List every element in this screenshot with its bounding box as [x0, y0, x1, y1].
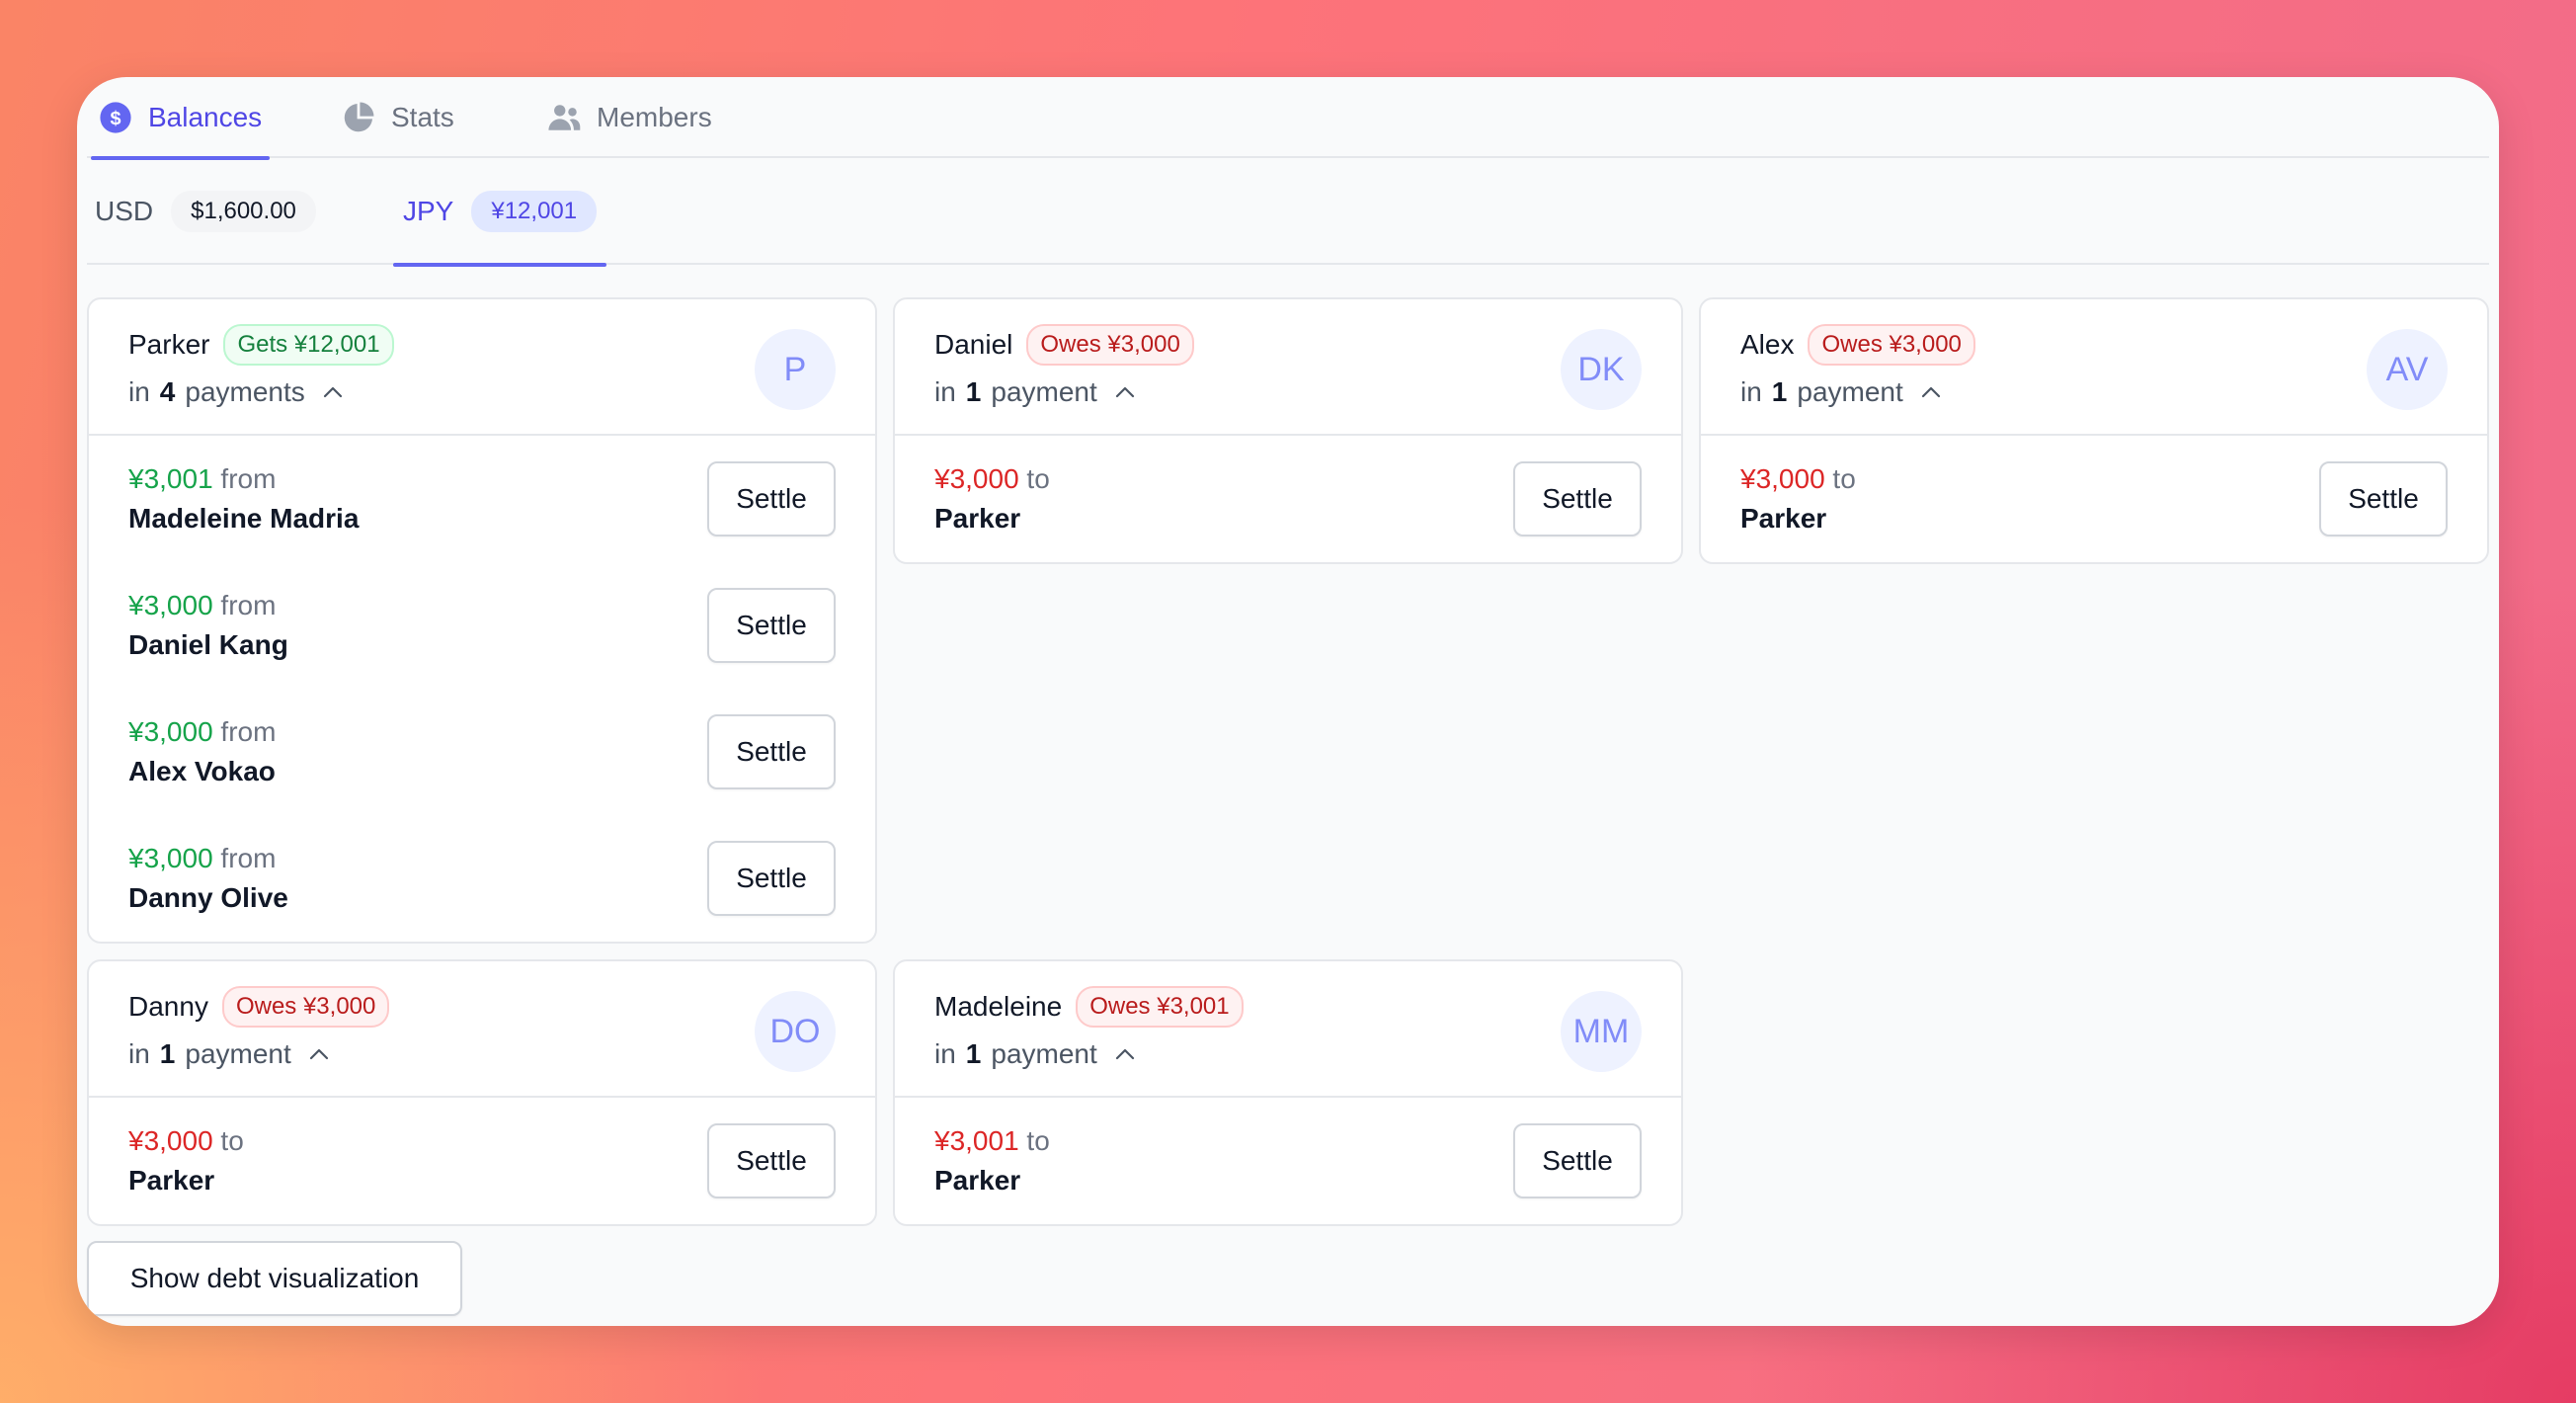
payment-count: in 4 payments	[128, 372, 836, 412]
status-badge: Gets ¥12,001	[223, 324, 394, 366]
app-window: $ Balances Stats Members USD $1,600.00 J…	[77, 77, 2499, 1326]
settle-button[interactable]: Settle	[707, 841, 836, 916]
avatar: AV	[2367, 329, 2448, 410]
payment-person: Parker	[1740, 503, 1827, 534]
payment-person: Parker	[934, 503, 1021, 534]
payment-count: in 1 payment	[128, 1034, 836, 1074]
payment-person: Madeleine Madria	[128, 503, 360, 534]
status-badge: Owes ¥3,000	[1026, 324, 1194, 366]
status-badge: Owes ¥3,000	[221, 986, 390, 1028]
payment-direction: to	[1026, 1125, 1050, 1156]
settle-button[interactable]: Settle	[1513, 1123, 1642, 1198]
tab-members[interactable]: Members	[547, 77, 712, 158]
payment-direction: from	[220, 843, 277, 873]
member-name: Parker	[128, 329, 210, 360]
card-header[interactable]: Alex Owes ¥3,000 in 1 payment AV	[1701, 299, 2487, 436]
chevron-up-icon[interactable]	[1113, 380, 1137, 404]
currency-tab-jpy[interactable]: JPY ¥12,001	[393, 158, 607, 267]
chevron-up-icon[interactable]	[307, 1042, 331, 1066]
chevron-up-icon[interactable]	[1113, 1042, 1137, 1066]
list-item: ¥3,000 from Danny Olive Settle	[89, 815, 875, 942]
payment-count: in 1 payment	[1740, 372, 2448, 412]
payment-direction: from	[220, 716, 277, 747]
chevron-up-icon[interactable]	[321, 380, 345, 404]
member-name: Danny	[128, 991, 208, 1022]
payment-amount: ¥3,001	[934, 1125, 1019, 1156]
payment-direction: from	[220, 590, 277, 620]
payment-amount: ¥3,001	[128, 463, 213, 494]
settle-button[interactable]: Settle	[1513, 461, 1642, 536]
status-badge: Owes ¥3,000	[1808, 324, 1975, 366]
list-item: ¥3,001 from Madeleine Madria Settle	[89, 436, 875, 562]
payment-person: Alex Vokao	[128, 756, 276, 786]
tab-members-label: Members	[597, 102, 712, 132]
tab-stats[interactable]: Stats	[342, 77, 454, 158]
list-item: ¥3,000 from Daniel Kang Settle	[89, 562, 875, 689]
settle-button[interactable]: Settle	[2319, 461, 2448, 536]
status-badge: Owes ¥3,001	[1076, 986, 1244, 1028]
member-name: Alex	[1740, 329, 1795, 360]
payment-amount: ¥3,000	[128, 590, 213, 620]
balance-card-madeleine: Madeleine Owes ¥3,001 in 1 payment MM ¥3…	[893, 959, 1683, 1226]
balance-card-parker: Parker Gets ¥12,001 in 4 payments P ¥3,0…	[87, 297, 877, 944]
currency-code: USD	[95, 196, 154, 226]
chevron-up-icon[interactable]	[1919, 380, 1943, 404]
payment-person: Parker	[934, 1165, 1021, 1196]
card-header[interactable]: Parker Gets ¥12,001 in 4 payments P	[89, 299, 875, 436]
currency-tabs: USD $1,600.00 JPY ¥12,001	[87, 158, 2489, 267]
users-icon	[548, 105, 581, 130]
payment-person: Parker	[128, 1165, 215, 1196]
card-header[interactable]: Madeleine Owes ¥3,001 in 1 payment MM	[895, 961, 1681, 1098]
card-header[interactable]: Daniel Owes ¥3,000 in 1 payment DK	[895, 299, 1681, 436]
balance-card-alex: Alex Owes ¥3,000 in 1 payment AV ¥3,000 …	[1699, 297, 2489, 564]
currency-tab-usd[interactable]: USD $1,600.00	[87, 158, 324, 265]
avatar: P	[755, 329, 836, 410]
payment-count: in 1 payment	[934, 1034, 1642, 1074]
settle-button[interactable]: Settle	[707, 714, 836, 789]
avatar: DK	[1561, 329, 1642, 410]
payment-person: Daniel Kang	[128, 629, 288, 660]
tab-balances-label: Balances	[148, 102, 263, 132]
balance-card-danny: Danny Owes ¥3,000 in 1 payment DO ¥3,000…	[87, 959, 877, 1226]
payment-direction: to	[1026, 463, 1050, 494]
balance-card-daniel: Daniel Owes ¥3,000 in 1 payment DK ¥3,00…	[893, 297, 1683, 564]
settle-button[interactable]: Settle	[707, 461, 836, 536]
payment-direction: from	[220, 463, 277, 494]
avatar: MM	[1561, 991, 1642, 1072]
member-name: Madeleine	[934, 991, 1063, 1022]
settle-button[interactable]: Settle	[707, 588, 836, 663]
avatar: DO	[755, 991, 836, 1072]
tab-stats-label: Stats	[391, 102, 454, 132]
list-item: ¥3,000 to Parker Settle	[89, 1098, 875, 1224]
list-item: ¥3,000 to Parker Settle	[1701, 436, 2487, 562]
pie-chart-icon	[344, 102, 374, 132]
payment-direction: to	[1832, 463, 1856, 494]
show-debt-visualization-button[interactable]: Show debt visualization	[87, 1241, 462, 1316]
list-item: ¥3,000 from Alex Vokao Settle	[89, 689, 875, 815]
payment-person: Danny Olive	[128, 882, 288, 913]
payment-amount: ¥3,000	[934, 463, 1019, 494]
list-item: ¥3,001 to Parker Settle	[895, 1098, 1681, 1224]
currency-total: ¥12,001	[471, 191, 598, 232]
list-item: ¥3,000 to Parker Settle	[895, 436, 1681, 562]
settle-button[interactable]: Settle	[707, 1123, 836, 1198]
tab-balances[interactable]: $ Balances	[91, 77, 271, 160]
currency-total: $1,600.00	[171, 191, 316, 232]
dollar-circle-icon: $	[100, 102, 131, 133]
payment-amount: ¥3,000	[128, 716, 213, 747]
member-name: Daniel	[934, 329, 1013, 360]
payment-amount: ¥3,000	[128, 843, 213, 873]
card-header[interactable]: Danny Owes ¥3,000 in 1 payment DO	[89, 961, 875, 1098]
svg-text:$: $	[110, 108, 121, 129]
currency-code: JPY	[403, 196, 454, 226]
payment-amount: ¥3,000	[128, 1125, 213, 1156]
payment-count: in 1 payment	[934, 372, 1642, 412]
payment-direction: to	[220, 1125, 244, 1156]
main-tabs: $ Balances Stats Members	[87, 77, 2489, 160]
payment-amount: ¥3,000	[1740, 463, 1825, 494]
